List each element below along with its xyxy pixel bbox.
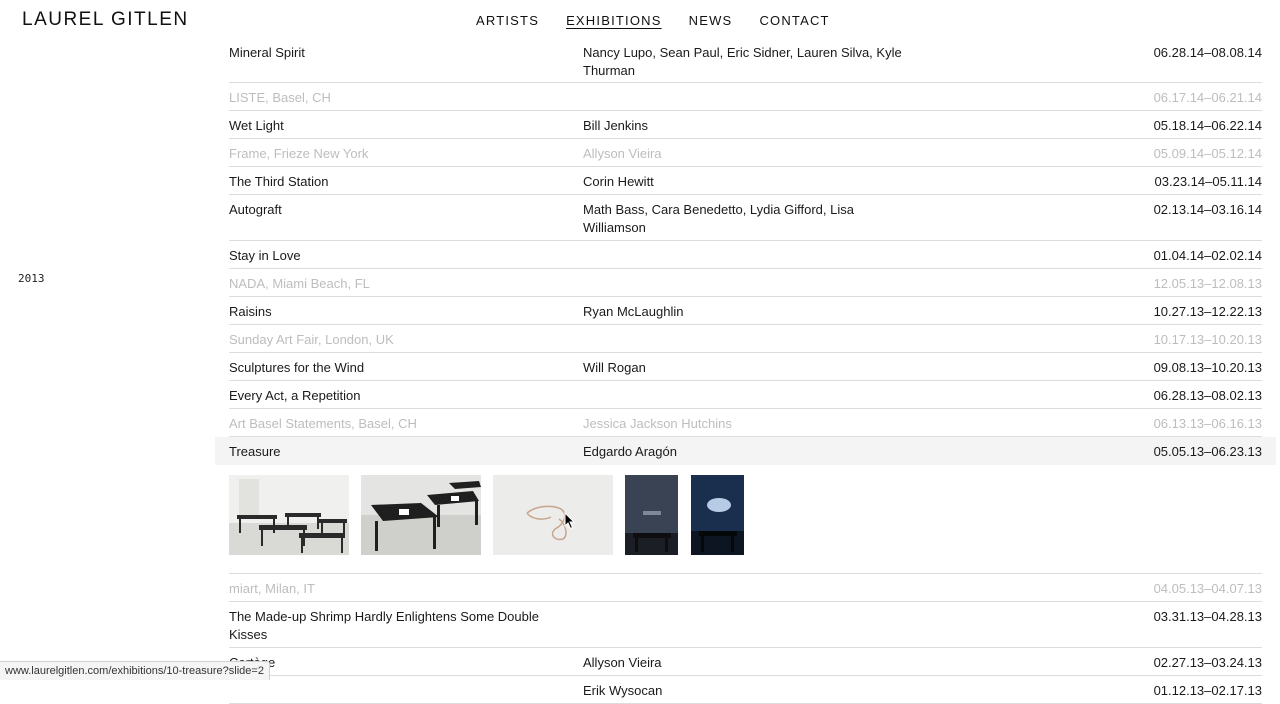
exhibition-title: Every Act, a Repetition (229, 388, 361, 403)
exhibition-dates: 05.09.14–05.12.14 (1153, 146, 1262, 161)
exhibition-title: Art Basel Statements, Basel, CH (229, 416, 417, 431)
site-logo[interactable]: LAUREL GITLEN (22, 9, 189, 31)
exhibition-dates: 10.17.13–10.20.13 (1153, 332, 1262, 347)
exhibition-title: Frame, Frieze New York (229, 146, 369, 161)
exhibition-dates: 03.23.14–05.11.14 (1154, 174, 1262, 189)
exhibition-row[interactable]: Raisins Ryan McLaughlin 10.27.13–12.22.1… (229, 297, 1262, 325)
exhibition-artists: Allyson Vieira (583, 146, 662, 161)
exhibition-artists: Ryan McLaughlin (583, 304, 684, 319)
exhibition-dates: 02.13.14–03.16.14 (1153, 202, 1262, 217)
necklace-object-thumb[interactable] (493, 475, 613, 555)
gallery-tables-view-thumb[interactable] (229, 475, 349, 555)
year-label: 2013 (18, 272, 45, 285)
exhibition-row-selected[interactable]: Treasure Edgardo Aragón 05.05.13–06.23.1… (215, 437, 1276, 465)
exhibition-dates: 01.04.14–02.02.14 (1153, 248, 1262, 263)
exhibition-title: Stay in Love (229, 248, 301, 263)
exhibition-title: The Third Station (229, 174, 329, 189)
exhibition-title: Sunday Art Fair, London, UK (229, 332, 394, 347)
tables-closeup-thumb[interactable] (361, 475, 481, 555)
exhibition-row[interactable]: The Made-up Shrimp Hardly Enlightens Som… (229, 602, 1262, 648)
dark-projection-thumb[interactable] (625, 475, 678, 555)
exhibition-dates: 10.27.13–12.22.13 (1153, 304, 1262, 319)
exhibition-dates: 05.18.14–06.22.14 (1153, 118, 1262, 133)
exhibition-title: Mineral Spirit (229, 45, 305, 60)
nav-artists[interactable]: ARTISTS (476, 13, 539, 28)
main-nav: ARTISTS EXHIBITIONS NEWS CONTACT (476, 13, 830, 28)
exhibition-artists: Corin Hewitt (583, 174, 654, 189)
exhibitions-table: Mineral Spirit Nancy Lupo, Sean Paul, Er… (215, 38, 1276, 704)
exhibition-dates: 09.08.13–10.20.13 (1153, 360, 1262, 375)
exhibition-title: Raisins (229, 304, 272, 319)
exhibition-artists: Bill Jenkins (583, 118, 649, 133)
exhibition-dates: 01.12.13–02.17.13 (1153, 683, 1262, 698)
exhibition-gallery (229, 465, 1262, 574)
exhibition-row[interactable]: Wet Light Bill Jenkins 05.18.14–06.22.14 (229, 111, 1262, 139)
exhibition-dates: 02.27.13–03.24.13 (1153, 655, 1262, 670)
exhibition-dates: 05.05.13–06.23.13 (1153, 444, 1262, 459)
exhibition-row[interactable]: NADA, Miami Beach, FL 12.05.13–12.08.13 (229, 269, 1262, 297)
exhibition-dates: 03.31.13–04.28.13 (1153, 609, 1262, 624)
exhibition-dates: 04.05.13–04.07.13 (1153, 581, 1262, 596)
exhibition-title: Cortège (229, 654, 569, 672)
exhibition-artists: Erik Wysocan (583, 683, 663, 698)
exhibition-row[interactable]: Art Basel Statements, Basel, CH Jessica … (229, 409, 1262, 437)
exhibition-artists: Edgardo Aragón (583, 444, 677, 459)
exhibition-dates: 06.28.13–08.02.13 (1153, 388, 1262, 403)
exhibition-dates: 06.13.13–06.16.13 (1153, 416, 1262, 431)
exhibition-dates: 06.17.14–06.21.14 (1153, 90, 1262, 105)
exhibition-row[interactable]: Cortège Allyson Vieira 02.27.13–03.24.13 (229, 648, 1262, 676)
exhibition-title: The Made-up Shrimp Hardly Enlightens Som… (229, 609, 539, 642)
exhibition-dates: 06.28.14–08.08.14 (1153, 45, 1262, 60)
exhibition-row[interactable]: Frame, Frieze New York Allyson Vieira 05… (229, 139, 1262, 167)
exhibition-artists: Nancy Lupo, Sean Paul, Eric Sidner, Laur… (583, 45, 902, 78)
exhibition-row[interactable]: Erik Wysocan 01.12.13–02.17.13 (229, 676, 1262, 704)
exhibition-row[interactable]: Mineral Spirit Nancy Lupo, Sean Paul, Er… (229, 38, 1262, 83)
blue-projection-thumb[interactable] (691, 475, 744, 555)
exhibition-row[interactable]: Stay in Love 01.04.14–02.02.14 (229, 241, 1262, 269)
exhibition-dates: 12.05.13–12.08.13 (1153, 276, 1262, 291)
nav-exhibitions[interactable]: EXHIBITIONS (566, 13, 662, 28)
mouse-cursor-icon (564, 512, 576, 530)
exhibition-row[interactable]: Sculptures for the Wind Will Rogan 09.08… (229, 353, 1262, 381)
exhibition-title: LISTE, Basel, CH (229, 90, 331, 105)
status-bar-url: www.laurelgitlen.com/exhibitions/10-trea… (0, 661, 270, 680)
exhibition-row[interactable]: Autograft Math Bass, Cara Benedetto, Lyd… (229, 195, 1262, 241)
exhibition-artists: Will Rogan (583, 360, 646, 375)
exhibition-title: Wet Light (229, 118, 284, 133)
exhibition-row[interactable]: LISTE, Basel, CH 06.17.14–06.21.14 (229, 83, 1262, 111)
exhibition-row[interactable]: The Third Station Corin Hewitt 03.23.14–… (229, 167, 1262, 195)
exhibition-artists: Allyson Vieira (583, 655, 662, 670)
exhibition-title: Autograft (229, 202, 282, 217)
exhibition-title: Sculptures for the Wind (229, 360, 365, 375)
exhibition-title: NADA, Miami Beach, FL (229, 276, 370, 291)
nav-news[interactable]: NEWS (689, 13, 733, 28)
exhibition-row[interactable]: miart, Milan, IT 04.05.13–04.07.13 (229, 574, 1262, 602)
exhibition-title: miart, Milan, IT (229, 581, 315, 596)
exhibition-artists: Math Bass, Cara Benedetto, Lydia Gifford… (583, 202, 854, 235)
exhibition-row[interactable]: Sunday Art Fair, London, UK 10.17.13–10.… (229, 325, 1262, 353)
exhibition-title: Treasure (229, 444, 281, 459)
exhibition-artists: Jessica Jackson Hutchins (583, 416, 732, 431)
exhibition-row[interactable]: Every Act, a Repetition 06.28.13–08.02.1… (229, 381, 1262, 409)
nav-contact[interactable]: CONTACT (759, 13, 829, 28)
